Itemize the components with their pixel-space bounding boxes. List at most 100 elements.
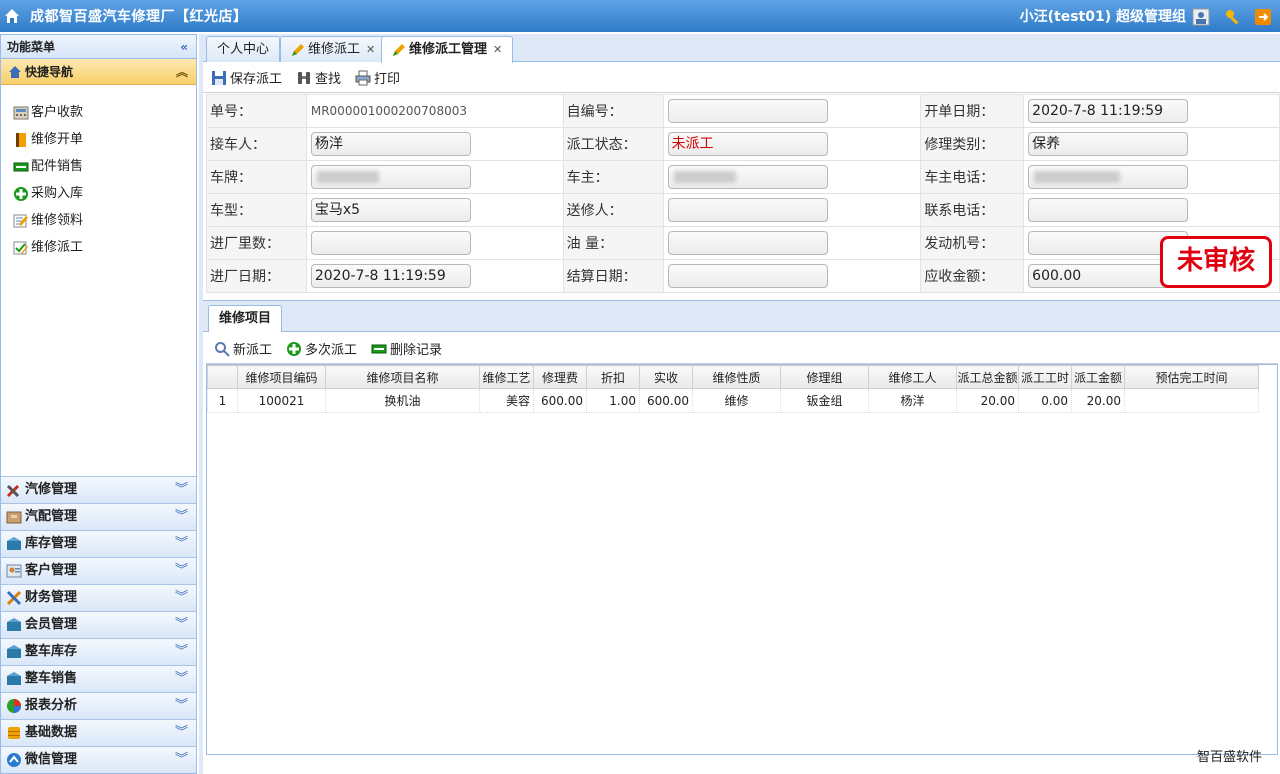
tab-repair-dispatch[interactable]: 维修派工 ✕	[280, 36, 387, 62]
logout-icon[interactable]	[1254, 8, 1272, 26]
footer-brand: 智百盛软件	[1196, 750, 1262, 765]
nav-item-repair-dispatch[interactable]: 维修派工	[13, 234, 196, 261]
module-auto-parts[interactable]: 汽配管理 ︾	[1, 503, 196, 530]
module-customer[interactable]: 客户管理 ︾	[1, 557, 196, 584]
col-header-estimated-finish[interactable]: 预估完工时间	[1124, 365, 1259, 389]
module-vehicle-stock[interactable]: 整车库存 ︾	[1, 638, 196, 665]
tab-repair-items[interactable]: 维修项目	[208, 305, 283, 332]
quick-nav-header[interactable]: 快捷导航 ︽	[1, 59, 196, 85]
pie-chart-icon	[7, 699, 21, 713]
close-icon[interactable]: ✕	[366, 38, 375, 62]
key-icon[interactable]	[1224, 8, 1242, 26]
nav-item-label: 配件销售	[31, 159, 84, 174]
find-button[interactable]: 查找	[296, 68, 341, 87]
receiver-input[interactable]: 杨洋	[310, 132, 471, 156]
save-dispatch-button[interactable]: 保存派工	[211, 68, 282, 87]
col-header-worker[interactable]: 维修工人	[868, 365, 957, 389]
mileage-input[interactable]	[310, 231, 471, 255]
col-header-actual[interactable]: 实收	[639, 365, 693, 389]
pencil-icon	[292, 43, 304, 56]
module-auto-repair[interactable]: 汽修管理 ︾	[1, 476, 196, 503]
settle-date-input[interactable]	[667, 264, 828, 288]
fuel-label: 油 量：	[562, 226, 664, 260]
model-input[interactable]: 宝马x5	[310, 198, 471, 222]
grid-header-row: 维修项目编码 维修项目名称 维修工艺 修理费 折扣 实收 维修性质 修理组 维修…	[207, 365, 1259, 389]
repair-type-input[interactable]: 保养	[1028, 132, 1189, 156]
col-header-discount[interactable]: 折扣	[586, 365, 640, 389]
sender-input[interactable]	[667, 198, 828, 222]
col-header-item-code[interactable]: 维修项目编码	[237, 365, 326, 389]
col-header-repair-group[interactable]: 修理组	[780, 365, 869, 389]
col-header-dispatch-total[interactable]: 派工总金额	[956, 365, 1019, 389]
chevron-up-icon[interactable]: ︽	[176, 59, 188, 85]
module-label: 客户管理	[25, 563, 78, 578]
cell-nature: 维修	[692, 388, 781, 413]
module-vehicle-sales[interactable]: 整车销售 ︾	[1, 665, 196, 692]
table-row[interactable]: 1 100021 换机油 美容 600.00 1.00 600.00 维修 钣金…	[207, 388, 1259, 413]
nav-item-label: 维修开单	[31, 132, 84, 147]
col-header-dispatch-hours[interactable]: 派工工时	[1018, 365, 1072, 389]
user-profile-icon[interactable]	[1192, 8, 1210, 26]
printer-icon	[355, 70, 371, 85]
home-icon[interactable]	[4, 8, 20, 24]
settle-date-label: 结算日期：	[562, 259, 664, 293]
module-wechat[interactable]: 微信管理 ︾	[1, 746, 196, 773]
book-icon	[16, 132, 26, 147]
module-reports[interactable]: 报表分析 ︾	[1, 692, 196, 719]
col-header-repair-fee[interactable]: 修理费	[533, 365, 587, 389]
col-header-item-name[interactable]: 维修项目名称	[325, 365, 480, 389]
fuel-input[interactable]	[667, 231, 828, 255]
nav-item-repair-order[interactable]: 维修开单	[13, 126, 196, 153]
contact-phone-input[interactable]	[1028, 198, 1189, 222]
contact-phone-label: 联系电话：	[920, 193, 1025, 227]
owner-input[interactable]	[667, 165, 828, 189]
order-no-value: MR000001000200708003	[310, 104, 467, 118]
cell-actual: 600.00	[639, 388, 693, 413]
module-basic-data[interactable]: 基础数据 ︾	[1, 719, 196, 746]
tab-strip: 个人中心 维修派工 ✕ 维修派工管理 ✕	[203, 34, 1280, 63]
open-date-input[interactable]: 2020-7-8 11:19:59	[1028, 99, 1189, 123]
module-label: 汽修管理	[25, 482, 78, 497]
order-no-label: 单号：	[206, 94, 307, 128]
collapse-left-icon[interactable]: «	[180, 35, 188, 59]
print-button[interactable]: 打印	[355, 68, 400, 87]
dispatch-form: 单号： MR000001000200708003 自编号： 开单日期： 2020…	[206, 94, 1280, 293]
tab-label: 个人中心	[217, 41, 270, 57]
tab-personal-center[interactable]: 个人中心	[206, 36, 281, 62]
new-dispatch-button[interactable]: 新派工	[214, 339, 272, 358]
module-finance[interactable]: 财务管理 ︾	[1, 584, 196, 611]
entry-date-input[interactable]: 2020-7-8 11:19:59	[310, 264, 471, 288]
blurred-phone-mark	[1034, 171, 1121, 183]
col-header-process[interactable]: 维修工艺	[479, 365, 534, 389]
col-header-nature[interactable]: 维修性质	[692, 365, 781, 389]
nav-item-customer-payment[interactable]: 客户收款	[13, 99, 196, 126]
multi-dispatch-button[interactable]: 多次派工	[286, 339, 357, 358]
chevron-down-icon: ︾	[174, 752, 188, 767]
receivable-label: 应收金额：	[920, 259, 1025, 293]
tab-label: 维修项目	[219, 311, 272, 326]
close-icon[interactable]: ✕	[493, 38, 502, 62]
database-icon	[8, 727, 20, 739]
nav-item-purchase-inbound[interactable]: 采购入库	[13, 180, 196, 207]
col-header-index[interactable]	[207, 365, 238, 389]
nav-item-repair-materials[interactable]: 维修领料	[13, 207, 196, 234]
self-no-input[interactable]	[667, 99, 828, 123]
chevron-down-icon: ︾	[174, 698, 188, 713]
nav-item-parts-sales[interactable]: 配件销售	[13, 153, 196, 180]
tab-repair-dispatch-management[interactable]: 维修派工管理 ✕	[381, 36, 514, 63]
button-label: 打印	[374, 72, 401, 87]
delete-record-button[interactable]: 删除记录	[371, 339, 442, 358]
chevron-down-icon: ︾	[174, 590, 188, 605]
plate-input[interactable]	[310, 165, 471, 189]
items-toolbar: 新派工 多次派工 删除记录	[206, 334, 1278, 364]
button-label: 多次派工	[305, 343, 358, 358]
parts-box-icon	[6, 511, 22, 524]
dispatch-status-input[interactable]: 未派工	[667, 132, 828, 156]
col-header-dispatch-amount[interactable]: 派工金额	[1071, 365, 1125, 389]
binoculars-icon	[298, 71, 311, 84]
module-inventory[interactable]: 库存管理 ︾	[1, 530, 196, 557]
nav-item-label: 维修派工	[31, 240, 84, 255]
module-membership[interactable]: 会员管理 ︾	[1, 611, 196, 638]
search-icon	[215, 341, 230, 357]
owner-phone-input[interactable]	[1028, 165, 1189, 189]
